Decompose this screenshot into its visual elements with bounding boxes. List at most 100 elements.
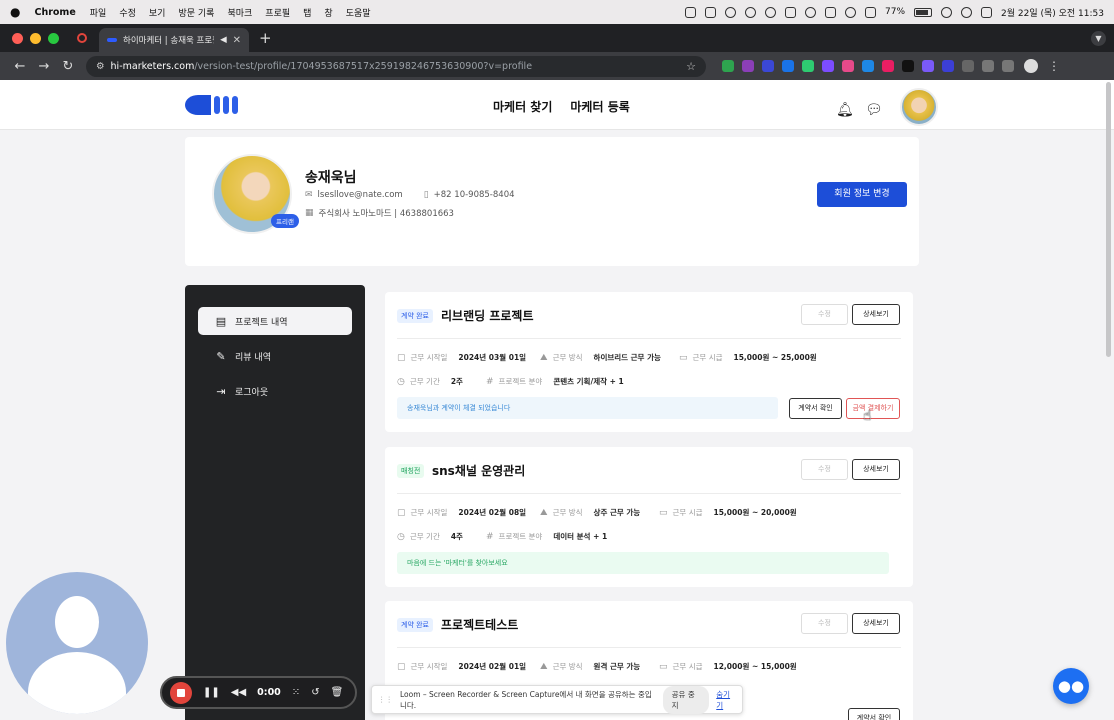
page-scrollbar[interactable] (1106, 82, 1111, 357)
extension-icon[interactable] (922, 60, 934, 72)
status-app-icon[interactable] (745, 6, 756, 18)
extension-icon[interactable] (742, 60, 754, 72)
phone-icon: ▯ (423, 190, 429, 200)
detail-button[interactable]: 상세보기 (852, 304, 900, 325)
browser-profile-avatar[interactable] (1024, 59, 1038, 73)
menu-file[interactable]: 파일 (90, 6, 107, 19)
menu-history[interactable]: 방문 기록 (178, 6, 214, 19)
header-actions: 🔔︎ 💬︎ (836, 88, 938, 126)
hide-link[interactable]: 숨기기 (716, 689, 736, 711)
chat-support-button[interactable]: ●● (1053, 668, 1089, 704)
status-app-icon[interactable] (785, 6, 796, 18)
extensions-puzzle-icon[interactable] (962, 60, 974, 72)
stop-recording-button[interactable] (170, 681, 192, 704)
menu-view[interactable]: 보기 (149, 6, 166, 19)
stop-sharing-button[interactable]: 공유 중지 (662, 685, 710, 714)
extension-icon[interactable] (882, 60, 894, 72)
site-info-icon[interactable]: ⚙ (96, 61, 105, 72)
input-source-icon[interactable] (865, 6, 876, 18)
control-center-icon[interactable] (981, 6, 993, 18)
audio-icon[interactable]: ◀ (220, 35, 227, 45)
url-host: hi-marketers.com (110, 60, 195, 72)
hashtag-icon: # (486, 376, 494, 387)
bluetooth-icon[interactable] (845, 6, 856, 18)
site-logo[interactable] (185, 95, 238, 115)
landscape-icon: ⛰ (540, 661, 548, 672)
menu-help[interactable]: 도움말 (346, 6, 371, 19)
sidebar-item-reviews[interactable]: ✎ 리뷰 내역 (198, 342, 352, 370)
status-app-icon[interactable] (685, 6, 696, 18)
rewind-icon[interactable]: ◀◀ (231, 687, 246, 698)
pause-icon[interactable]: ❚❚ (203, 687, 220, 698)
close-window-button[interactable] (12, 32, 23, 44)
extension-icon[interactable] (722, 60, 734, 72)
status-app-icon[interactable] (705, 6, 716, 18)
new-tab-button[interactable]: + (259, 29, 272, 47)
back-button[interactable]: ← (8, 59, 32, 74)
extension-icon[interactable] (942, 60, 954, 72)
rate-row: ▭ 근무 시급 15,000원 ~ 25,000원 (679, 352, 817, 363)
chat-icon[interactable]: 💬︎ (865, 102, 883, 119)
status-app-icon[interactable] (805, 6, 816, 18)
view-contract-button[interactable]: 계약서 확인 (789, 398, 842, 419)
minimize-window-button[interactable] (30, 32, 41, 44)
menu-profiles[interactable]: 프로필 (265, 6, 290, 19)
forward-button[interactable]: → (32, 59, 56, 74)
sidebar-item-projects[interactable]: ▤ 프로젝트 내역 (198, 307, 352, 335)
status-app-icon[interactable] (825, 6, 836, 18)
extension-icon[interactable] (802, 60, 814, 72)
detail-button[interactable]: 상세보기 (852, 459, 900, 480)
reading-list-icon[interactable] (982, 60, 994, 72)
pay-button[interactable]: 금액 결제하기 (846, 398, 900, 419)
extension-icon[interactable] (902, 60, 914, 72)
detail-button[interactable]: 상세보기 (852, 613, 900, 634)
menu-bookmarks[interactable]: 북마크 (227, 6, 252, 19)
side-panel-icon[interactable] (1002, 60, 1014, 72)
loom-camera-bubble[interactable] (6, 572, 148, 714)
calendar-icon: ▢ (397, 661, 406, 672)
trash-icon[interactable]: 🗑︎ (331, 687, 344, 698)
field-value: 콘텐츠 기획/제작 + 1 (553, 377, 624, 386)
battery-icon[interactable] (914, 7, 933, 17)
menu-tab[interactable]: 탭 (303, 6, 311, 19)
grid-icon[interactable]: ⁙ (292, 687, 300, 698)
close-tab-icon[interactable]: ✕ (233, 35, 241, 46)
edit-profile-button[interactable]: 회원 정보 변경 (817, 182, 907, 207)
wifi-icon[interactable] (941, 6, 953, 18)
status-app-icon[interactable] (725, 6, 736, 18)
project-title: 리브랜딩 프로젝트 (441, 309, 534, 323)
edit-project-button[interactable]: 수정 (801, 304, 848, 325)
maximize-window-button[interactable] (48, 32, 59, 44)
extension-icon[interactable] (782, 60, 794, 72)
reload-button[interactable]: ↻ (56, 59, 80, 74)
play-icon[interactable] (765, 6, 776, 18)
extension-icon[interactable] (862, 60, 874, 72)
bookmark-star-icon[interactable]: ☆ (686, 60, 696, 73)
start-date-value: 2024년 02월 01일 (458, 662, 527, 671)
avatar[interactable] (900, 88, 938, 126)
start-date-value: 2024년 02월 08일 (458, 508, 527, 517)
restart-icon[interactable]: ↺ (311, 687, 319, 698)
address-bar[interactable]: ⚙ hi-marketers.com /version-test/profile… (86, 55, 706, 77)
tab-search-chevron-icon[interactable]: ▼ (1091, 30, 1106, 46)
rate-row: ▭ 근무 시급 12,000원 ~ 15,000원 (659, 661, 797, 672)
nav-register-marketer[interactable]: 마케터 등록 (570, 98, 629, 115)
nav-find-marketer[interactable]: 마케터 찾기 (493, 98, 552, 115)
edit-project-button[interactable]: 수정 (801, 459, 848, 480)
spotlight-icon[interactable] (961, 6, 973, 18)
extension-icon[interactable] (762, 60, 774, 72)
view-contract-button[interactable]: 계약서 확인 (848, 708, 900, 720)
sidebar-item-logout[interactable]: ⇥ 로그아웃 (198, 377, 352, 405)
extension-icon[interactable] (822, 60, 834, 72)
bell-icon[interactable]: 🔔︎ (836, 102, 854, 119)
apple-icon[interactable]: ● (10, 5, 20, 19)
menu-edit[interactable]: 수정 (119, 6, 136, 19)
extension-icon[interactable] (842, 60, 854, 72)
menubar-clock[interactable]: 2월 22일 (목) 오전 11:53 (1001, 6, 1104, 19)
menu-window[interactable]: 창 (324, 6, 332, 19)
menubar-app-name[interactable]: Chrome (34, 7, 75, 18)
browser-menu-icon[interactable]: ⋮ (1048, 59, 1060, 73)
edit-project-button[interactable]: 수정 (801, 613, 848, 634)
browser-tab-active[interactable]: 하이마케터 | 송재욱 프로필 ◀ ✕ (99, 28, 249, 52)
drag-handle-icon[interactable]: ⋮⋮ (378, 695, 393, 704)
